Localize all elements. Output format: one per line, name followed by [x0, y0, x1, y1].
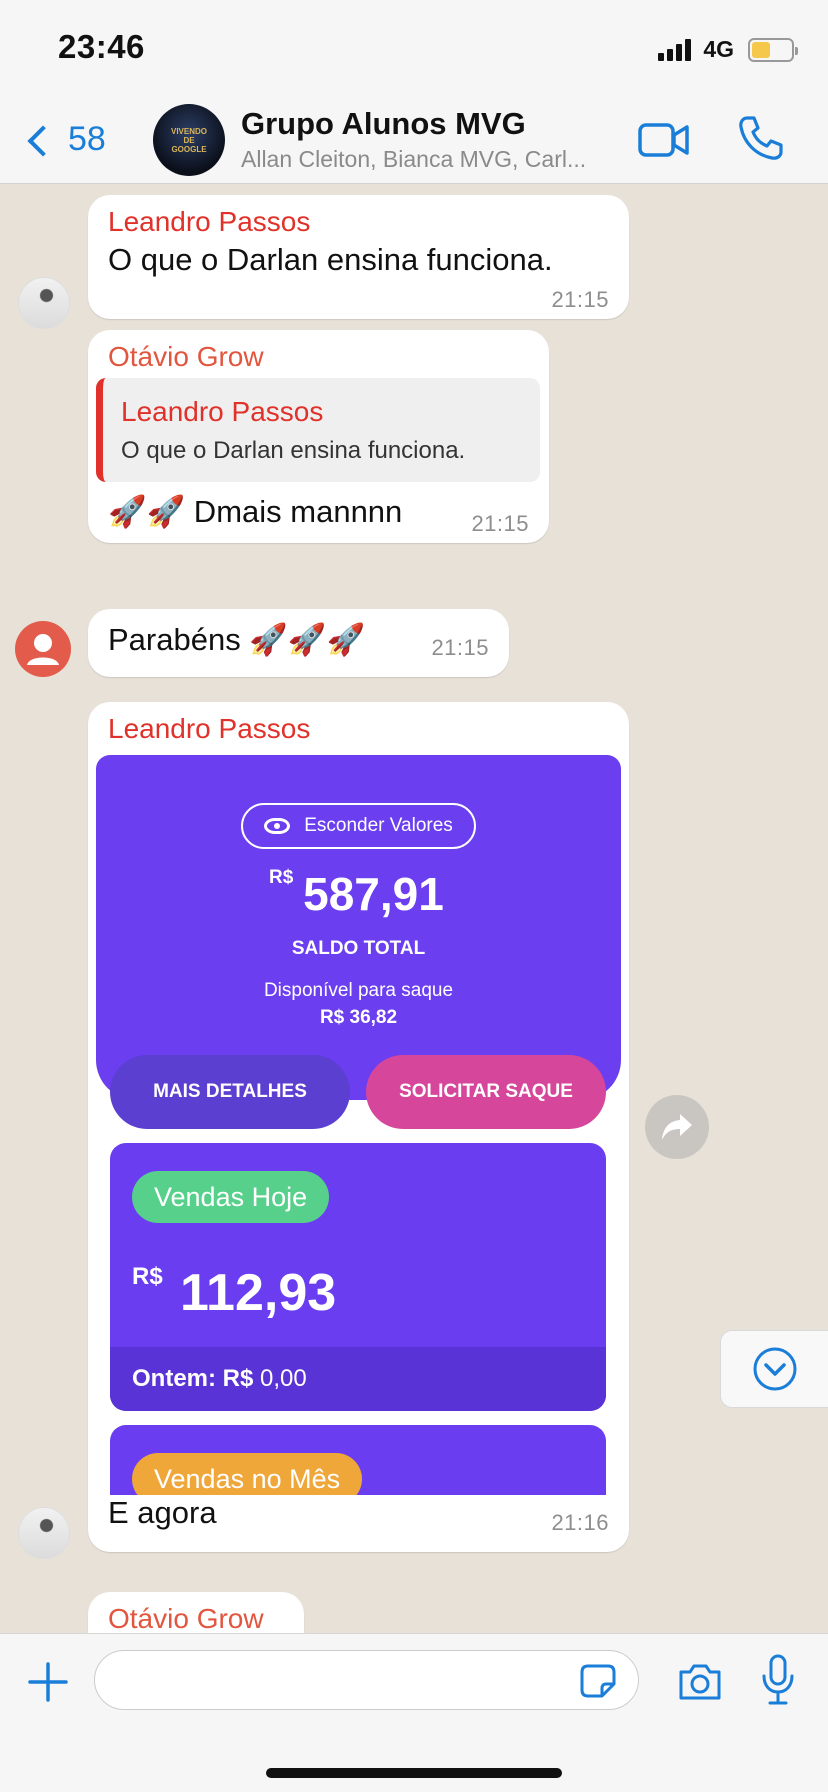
home-indicator [266, 1768, 562, 1778]
hide-values-toggle: Esconder Valores [241, 803, 476, 849]
image-attachment[interactable]: Esconder Valores R$ 587,91 SALDO TOTAL D… [96, 755, 621, 1495]
status-icons: 4G [658, 36, 798, 63]
eye-icon [264, 818, 291, 834]
sales-today-card: Vendas Hoje R$ 112,93 Ontem: R$ 0,00 [110, 1143, 606, 1411]
avatar[interactable] [15, 621, 71, 677]
group-name[interactable]: Grupo Alunos MVG [241, 106, 526, 142]
signal-icon [658, 38, 692, 61]
message-caption: E agora 21:16 [88, 1495, 629, 1551]
quoted-sender: Leandro Passos [121, 396, 324, 427]
chat-area[interactable]: Leandro Passos O que o Darlan ensina fun… [0, 185, 828, 1633]
chat-header: 58 VIVENDO DE GOOGLE Grupo Alunos MVG Al… [0, 96, 828, 184]
network-label: 4G [703, 36, 734, 62]
available-label: Disponível para saque [263, 980, 454, 1001]
message-bubble[interactable]: Otávio Grow [88, 1592, 304, 1633]
quoted-message[interactable]: Leandro Passos O que o Darlan ensina fun… [96, 378, 540, 482]
group-avatar[interactable]: VIVENDO DE GOOGLE [153, 104, 225, 176]
message-text: 🚀🚀 Dmais mannnn [108, 494, 403, 529]
sender-name: Leandro Passos [108, 713, 311, 744]
plus-icon[interactable] [28, 1662, 68, 1702]
balance-panel: Esconder Valores R$ 587,91 SALDO TOTAL D… [96, 755, 621, 1100]
message-input[interactable] [94, 1650, 639, 1710]
yesterday-label: Ontem: R$ [132, 1365, 254, 1392]
hide-values-label: Esconder Valores [304, 815, 453, 836]
back-button[interactable]: 58 [24, 114, 106, 159]
message-text: O que o Darlan ensina funciona. [108, 242, 553, 277]
today-currency: R$ [132, 1263, 163, 1290]
request-withdraw-button: SOLICITAR SAQUE [366, 1055, 606, 1129]
scroll-to-bottom-button[interactable] [720, 1330, 828, 1408]
message-bubble[interactable]: Otávio Grow Leandro Passos O que o Darla… [88, 330, 549, 543]
microphone-icon[interactable] [760, 1654, 796, 1706]
status-bar: 23:46 4G [0, 0, 828, 96]
sales-month-badge: Vendas no Mês [132, 1453, 363, 1495]
camera-icon[interactable] [677, 1662, 723, 1702]
message-text: E agora [108, 1495, 217, 1530]
yesterday-value: 0,00 [260, 1365, 307, 1392]
avatar[interactable] [18, 1507, 70, 1559]
more-details-button: MAIS DETALHES [110, 1055, 350, 1129]
message-bubble[interactable]: Leandro Passos O que o Darlan ensina fun… [88, 195, 629, 319]
avatar[interactable] [18, 277, 70, 329]
group-avatar-text: VIVENDO DE GOOGLE [170, 126, 207, 154]
message-bubble[interactable]: Parabéns 🚀🚀🚀 21:15 [88, 609, 509, 677]
total-balance-label: SALDO TOTAL [291, 938, 426, 959]
sender-name: Otávio Grow [108, 1603, 264, 1633]
message-text: Parabéns 🚀🚀🚀 [108, 622, 366, 657]
forward-button[interactable] [645, 1095, 709, 1159]
chevron-left-icon [27, 124, 59, 157]
yesterday-row: Ontem: R$ 0,00 [110, 1347, 606, 1411]
sender-name: Leandro Passos [108, 206, 311, 237]
status-time: 23:46 [58, 28, 145, 65]
message-time: 21:15 [551, 287, 609, 312]
input-bar [0, 1633, 828, 1792]
sender-name: Otávio Grow [108, 341, 264, 372]
quoted-text: O que o Darlan ensina funciona. [121, 437, 466, 464]
video-call-icon[interactable] [638, 122, 690, 158]
battery-icon [748, 37, 798, 62]
unread-count: 58 [68, 120, 106, 158]
available-value: R$ 36,82 [319, 1007, 398, 1028]
sticker-icon[interactable] [580, 1664, 616, 1698]
message-time: 21:15 [431, 635, 489, 660]
group-participants[interactable]: Allan Cleiton, Bianca MVG, Carl... [241, 146, 586, 173]
total-balance: 587,91 [303, 868, 444, 920]
sales-today-value: 112,93 [180, 1264, 337, 1322]
phone-call-icon[interactable] [736, 114, 784, 162]
forward-icon [662, 1114, 692, 1140]
message-time: 21:15 [471, 511, 529, 536]
sales-today-badge: Vendas Hoje [132, 1171, 330, 1223]
message-time: 21:16 [551, 1510, 609, 1535]
sales-month-card: Vendas no Mês [110, 1425, 606, 1495]
user-icon [27, 634, 59, 665]
chevron-down-icon [753, 1347, 796, 1391]
